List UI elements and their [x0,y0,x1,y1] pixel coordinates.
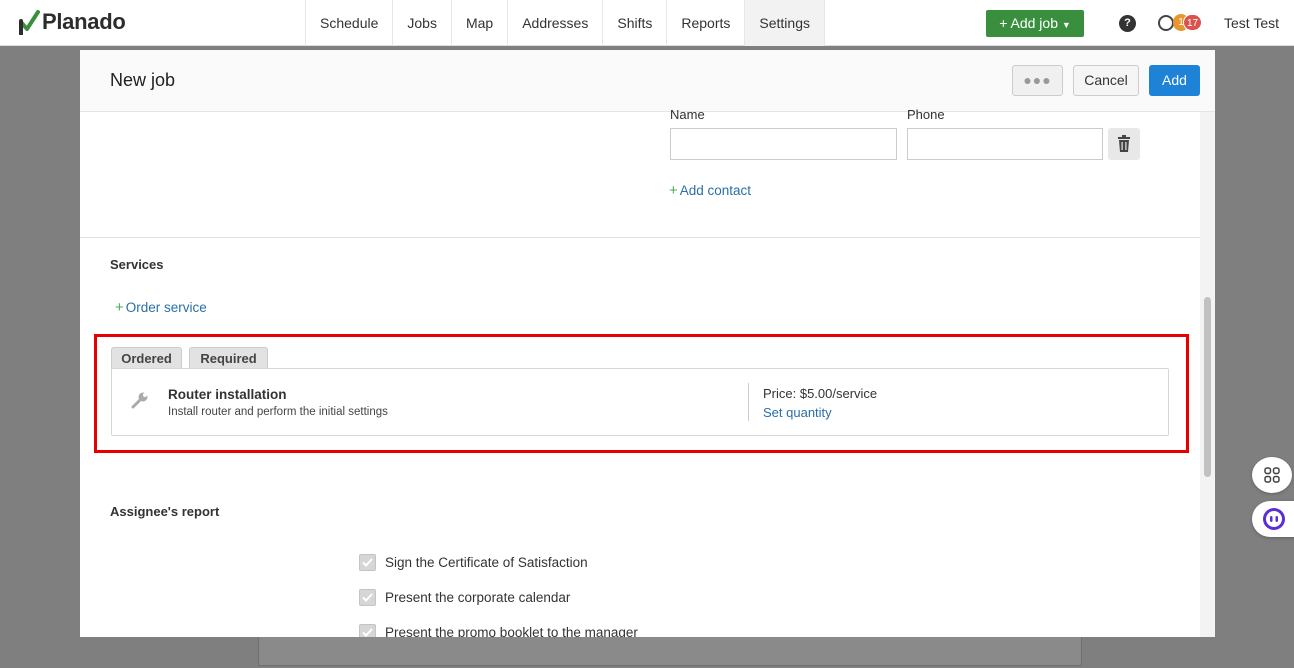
plus-icon: + [115,299,124,316]
service-name: Router installation [168,387,287,402]
assignee-report-title: Assignee's report [110,504,220,519]
nav-addresses[interactable]: Addresses [507,0,602,46]
chat-widget-button[interactable] [1252,501,1294,537]
checkbox[interactable] [359,554,376,571]
add-contact-link[interactable]: + Add contact [669,182,751,199]
check-icon [362,628,373,637]
check-icon [362,558,373,567]
checkmark-logo-icon [19,10,40,35]
contact-phone-input[interactable] [907,128,1103,160]
plus-icon: + [669,182,678,199]
new-job-modal: New job ●●● Cancel Add Name Phone + Add c… [80,50,1215,637]
checkbox[interactable] [359,589,376,606]
nav-settings[interactable]: Settings [744,0,825,46]
apps-grid-icon [1264,467,1280,483]
phone-label: Phone [907,107,945,122]
nav-jobs[interactable]: Jobs [392,0,451,46]
check-icon [362,593,373,602]
cancel-button[interactable]: Cancel [1073,65,1139,96]
report-item-label: Present the corporate calendar [385,590,571,605]
report-item[interactable]: Sign the Certificate of Satisfaction [359,554,588,571]
section-divider [80,237,1200,238]
nav-schedule[interactable]: Schedule [305,0,392,46]
tab-required[interactable]: Required [189,347,268,370]
user-menu[interactable]: Test Test [1224,15,1279,31]
report-item-label: Present the promo booklet to the manager [385,625,638,637]
delete-contact-button[interactable] [1108,128,1140,160]
scrollbar-thumb[interactable] [1204,297,1211,477]
main-nav: Schedule Jobs Map Addresses Shifts Repor… [305,0,825,46]
plus-icon: + [999,15,1008,31]
checkbox[interactable] [359,624,376,637]
more-options-button[interactable]: ●●● [1012,65,1063,96]
service-description: Install router and perform the initial s… [168,406,388,418]
wrench-icon [131,392,148,409]
service-price: Price: $5.00/service [763,386,878,401]
add-job-label: Add job [1010,15,1058,31]
contact-name-input[interactable] [670,128,897,160]
caret-down-icon: ▼ [1061,20,1071,30]
notification-badge-red[interactable]: 17 [1183,14,1202,31]
report-item-label: Sign the Certificate of Satisfaction [385,555,588,570]
nav-shifts[interactable]: Shifts [602,0,666,46]
logo-text: Planado [42,9,126,34]
report-item[interactable]: Present the promo booklet to the manager [359,624,638,637]
set-quantity-link[interactable]: Set quantity [763,405,832,420]
report-item[interactable]: Present the corporate calendar [359,589,570,606]
top-navbar: Planado Schedule Jobs Map Addresses Shif… [0,0,1294,46]
order-service-label: Order service [125,300,207,315]
service-highlight-box: Ordered Required Router installation Ins… [94,334,1189,453]
trash-icon [1118,135,1130,152]
vertical-separator [748,383,749,421]
modal-body: Name Phone + Add contact Services + Order … [80,107,1215,637]
add-button[interactable]: Add [1149,65,1200,96]
tab-ordered[interactable]: Ordered [111,347,182,370]
apps-widget-button[interactable] [1252,457,1292,493]
name-label: Name [670,107,705,122]
nav-map[interactable]: Map [450,0,507,46]
clock-icon[interactable] [1158,15,1174,31]
logo[interactable]: Planado [18,9,126,35]
order-service-link[interactable]: + Order service [115,299,207,316]
modal-title: New job [110,70,176,90]
modal-header: New job ●●● Cancel Add [80,50,1215,112]
services-title: Services [110,257,164,272]
question-icon[interactable]: ? [1119,15,1136,32]
nav-reports[interactable]: Reports [666,0,744,46]
chat-bot-icon [1263,508,1285,530]
add-job-button[interactable]: + Add job ▼ [986,10,1084,37]
add-contact-label: Add contact [679,183,752,198]
service-card[interactable]: Router installation Install router and p… [111,368,1169,436]
